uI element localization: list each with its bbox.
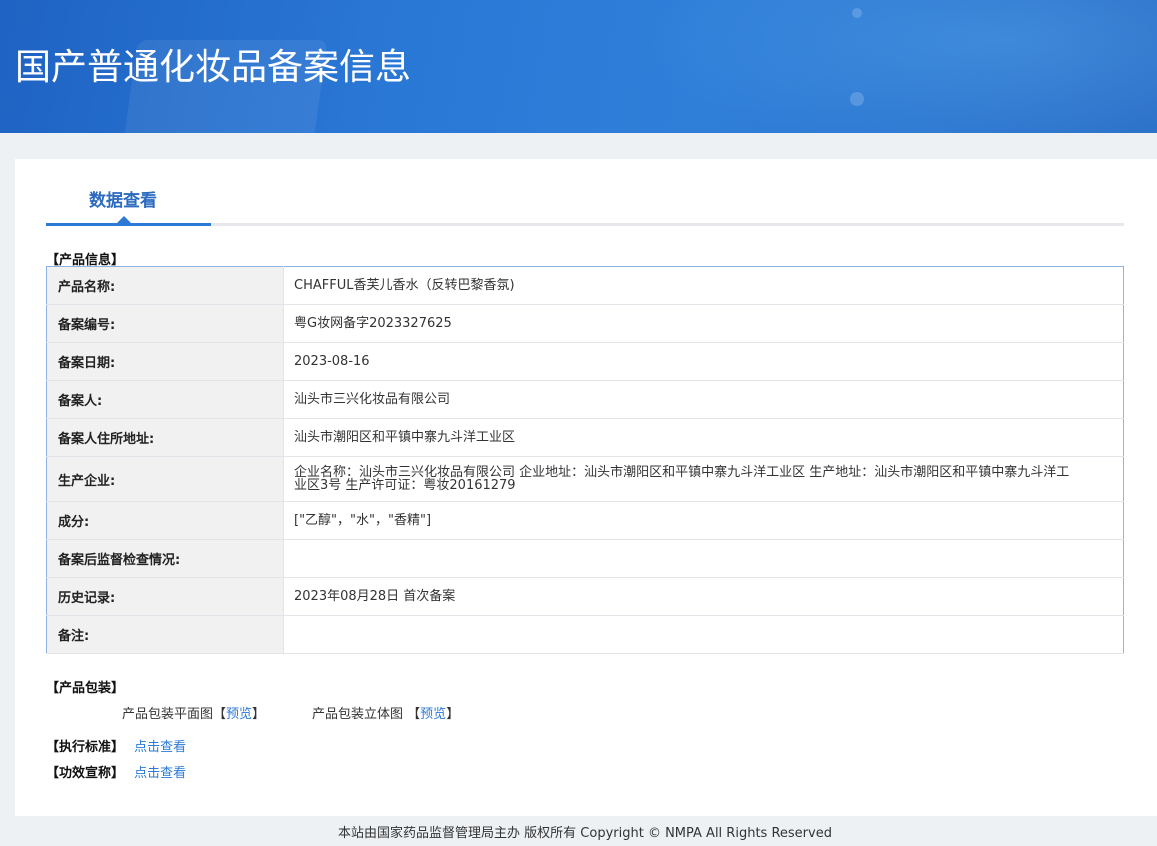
- standard-label: 【执行标准】: [46, 740, 125, 755]
- row-label: 产品名称:: [46, 266, 284, 305]
- page-title: 国产普通化妆品备案信息: [15, 47, 412, 88]
- package-stereo-label: 产品包装立体图: [312, 707, 404, 722]
- table-row: 备案人住所地址: 汕头市潮阳区和平镇中寨九斗洋工业区: [46, 418, 1124, 457]
- table-row: 历史记录: 2023年08月28日 首次备案: [46, 577, 1124, 616]
- row-label: 历史记录:: [46, 577, 284, 616]
- row-value: [283, 539, 1124, 578]
- bracket: 】: [252, 707, 266, 722]
- row-value: 汕头市潮阳区和平镇中寨九斗洋工业区: [283, 418, 1124, 457]
- banner-glow: [640, 0, 1157, 133]
- banner-dot: [852, 8, 862, 18]
- package-flat-row: 产品包装平面图【预览】: [122, 703, 265, 722]
- row-value: ["乙醇"，"水"，"香精"]: [283, 501, 1124, 540]
- tab-label: 数据查看: [89, 191, 157, 211]
- active-tab-caret: [117, 216, 131, 223]
- tab-data-view[interactable]: 数据查看: [46, 159, 211, 226]
- package-stereo-preview-link[interactable]: 预览: [420, 707, 446, 722]
- row-label: 备注:: [46, 615, 284, 654]
- table-row: 备案日期: 2023-08-16: [46, 342, 1124, 381]
- row-value: [283, 615, 1124, 654]
- table-row: 备案后监督检查情况:: [46, 539, 1124, 578]
- package-flat-label: 产品包装平面图: [122, 707, 214, 722]
- content-panel: 数据查看 【产品信息】 产品名称: CHAFFUL香芙儿香水（反转巴黎香氛) 备案编…: [15, 159, 1157, 816]
- table-row: 成分: ["乙醇"，"水"，"香精"]: [46, 501, 1124, 540]
- table-row: 备案人: 汕头市三兴化妆品有限公司: [46, 380, 1124, 419]
- row-value: 2023年08月28日 首次备案: [283, 577, 1124, 616]
- packaging-heading: 【产品包装】: [46, 681, 125, 696]
- bracket: 【: [213, 707, 227, 722]
- row-label: 备案日期:: [46, 342, 284, 381]
- table-row: 产品名称: CHAFFUL香芙儿香水（反转巴黎香氛): [46, 266, 1124, 305]
- standard-row: 【执行标准】 点击查看: [46, 736, 186, 755]
- row-value: 粤G妆网备字2023327625: [283, 304, 1124, 343]
- header-banner: 国产普通化妆品备案信息: [0, 0, 1157, 133]
- tab-bar: 数据查看: [46, 159, 1124, 226]
- row-label: 成分:: [46, 501, 284, 540]
- row-label: 备案人住所地址:: [46, 418, 284, 457]
- bracket: 】: [446, 707, 460, 722]
- efficacy-label: 【功效宣称】: [46, 766, 125, 781]
- efficacy-view-link[interactable]: 点击查看: [134, 766, 186, 781]
- row-label: 备案编号:: [46, 304, 284, 343]
- banner-dot: [850, 92, 864, 106]
- footer-copyright: 本站由国家药品监督管理局主办 版权所有 Copyright © NMPA All…: [338, 826, 832, 841]
- product-info-table: 产品名称: CHAFFUL香芙儿香水（反转巴黎香氛) 备案编号: 粤G妆网备字2023…: [46, 266, 1124, 654]
- row-label: 生产企业:: [46, 456, 284, 502]
- row-value: CHAFFUL香芙儿香水（反转巴黎香氛): [283, 266, 1124, 305]
- row-label: 备案后监督检查情况:: [46, 539, 284, 578]
- package-stereo-row: 产品包装立体图 【预览】: [312, 703, 459, 722]
- row-label: 备案人:: [46, 380, 284, 419]
- table-row: 备注:: [46, 615, 1124, 654]
- row-value: 企业名称：汕头市三兴化妆品有限公司 企业地址：汕头市潮阳区和平镇中寨九斗洋工业区…: [283, 456, 1124, 502]
- bracket: 【: [407, 707, 421, 722]
- package-flat-preview-link[interactable]: 预览: [226, 707, 252, 722]
- row-value: 汕头市三兴化妆品有限公司: [283, 380, 1124, 419]
- table-row: 备案编号: 粤G妆网备字2023327625: [46, 304, 1124, 343]
- efficacy-row: 【功效宣称】 点击查看: [46, 762, 186, 781]
- table-row: 生产企业: 企业名称：汕头市三兴化妆品有限公司 企业地址：汕头市潮阳区和平镇中寨九…: [46, 456, 1124, 502]
- row-value: 2023-08-16: [283, 342, 1124, 381]
- standard-view-link[interactable]: 点击查看: [134, 740, 186, 755]
